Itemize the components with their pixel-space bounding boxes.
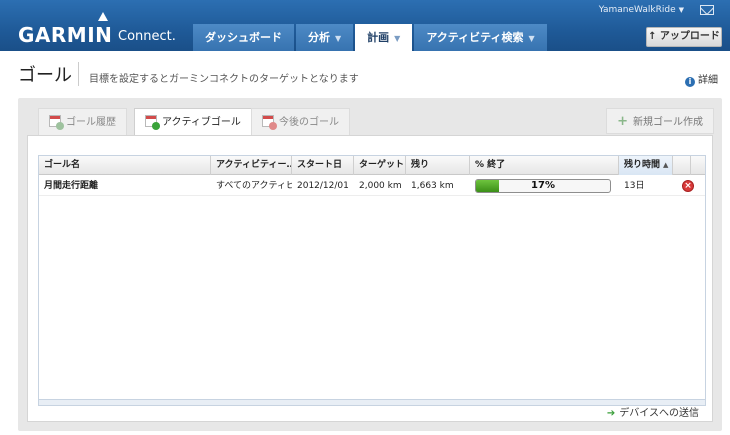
table-header: ゴール名 アクティビティー… スタート日 ターゲット 残り % 終了 残り時間 ▲ [39,156,705,175]
cell-remaining: 1,663 km [411,181,454,191]
top-header: GARMIN Connect. YamaneWalkRide ▼ ダッシュボード … [0,0,730,51]
new-goal-label: 新規ゴール作成 [633,117,703,128]
delete-icon[interactable]: × [682,180,694,192]
chevron-down-icon: ▼ [678,6,684,14]
arrow-right-icon: ➔ [606,408,616,419]
cell-goal-name: 月間走行距離 [44,181,99,191]
nav-tab-plan[interactable]: 計画 ▼ [355,24,413,51]
table-row[interactable]: 月間走行距離 すべてのアクティビ… 2012/12/01 2,000 km 1,… [39,176,705,196]
logo-wordmark: GARMIN [18,23,113,47]
nav-tab-activity-search[interactable]: アクティビティ検索 ▼ [414,24,547,51]
logo-subtitle: Connect. [118,29,176,44]
new-goal-button[interactable]: + 新規ゴール作成 [606,108,714,134]
tab-content: ゴール名 アクティビティー… スタート日 ターゲット 残り % 終了 残り時間 ▲… [27,135,713,422]
cell-activity: すべてのアクティビ… [216,181,292,191]
user-menu[interactable]: YamaneWalkRide ▼ [599,5,684,15]
calendar-icon [49,115,64,130]
page-title: ゴール [18,65,72,86]
send-to-device-link[interactable]: ➔ デバイスへの送信 [607,404,699,419]
upload-button[interactable]: ↑ アップロード [646,27,722,47]
nav-tab-dashboard[interactable]: ダッシュボード [193,24,294,51]
nav-tab-label: 分析 [308,31,330,44]
cell-target: 2,000 km [359,181,402,191]
tab-label: ゴール履歴 [66,117,116,128]
main-navigation: ダッシュボード 分析 ▼ 計画 ▼ アクティビティ検索 ▼ [193,24,547,51]
tab-label: 今後のゴール [279,117,339,128]
chevron-down-icon: ▼ [394,34,401,43]
tab-label: アクティブゴール [162,117,241,128]
nav-tab-label: 計画 [367,31,390,44]
chevron-down-icon: ▼ [528,34,535,43]
table-scrollbar[interactable] [39,399,705,405]
progress-bar: 17% [475,179,611,193]
nav-tab-label: アクティビティ検索 [426,31,524,44]
tab-future-goals[interactable]: 今後のゴール [251,108,350,135]
goals-table: ゴール名 アクティビティー… スタート日 ターゲット 残り % 終了 残り時間 ▲… [38,155,706,406]
title-divider [78,62,79,86]
column-header-action [673,156,691,175]
mail-icon[interactable] [700,5,714,15]
cell-start-date: 2012/12/01 [297,181,349,191]
column-header-time-left[interactable]: 残り時間 ▲ [619,156,673,175]
column-header-label: 残り時間 [624,160,661,170]
cell-percent-complete: 17% [470,176,619,196]
plus-icon: + [617,114,628,129]
column-header-goal-name[interactable]: ゴール名 [39,156,211,175]
tab-goal-history[interactable]: ゴール履歴 [38,108,127,135]
tab-active-goals[interactable]: アクティブゴール [134,108,252,136]
page-description: 目標を設定するとガーミンコネクトのターゲットとなります [89,74,359,85]
goals-panel: ゴール履歴 アクティブゴール 今後のゴール + 新規ゴール作成 ゴール名 アクティ… [18,98,722,431]
column-header-percent-complete[interactable]: % 終了 [470,156,619,175]
column-header-activity[interactable]: アクティビティー… [211,156,292,175]
column-header-start-date[interactable]: スタート日 [292,156,354,175]
detail-label: 詳細 [698,75,718,86]
calendar-icon [145,115,160,130]
column-header-target[interactable]: ターゲット [354,156,406,175]
progress-label: 17% [531,180,555,191]
detail-link[interactable]: i 詳細 [685,71,718,87]
logo-triangle-icon [98,12,108,21]
column-header-remaining[interactable]: 残り [406,156,470,175]
chevron-down-icon: ▼ [335,34,342,43]
sort-ascending-icon: ▲ [663,161,669,169]
info-icon: i [685,77,695,87]
cell-action: × [673,176,703,196]
nav-tab-label: ダッシュボード [205,31,282,44]
user-name: YamaneWalkRide [598,5,676,15]
calendar-icon [262,115,277,130]
cell-time-left: 13日 [624,181,645,191]
send-label: デバイスへの送信 [619,408,699,419]
nav-tab-analysis[interactable]: 分析 ▼ [296,24,354,51]
